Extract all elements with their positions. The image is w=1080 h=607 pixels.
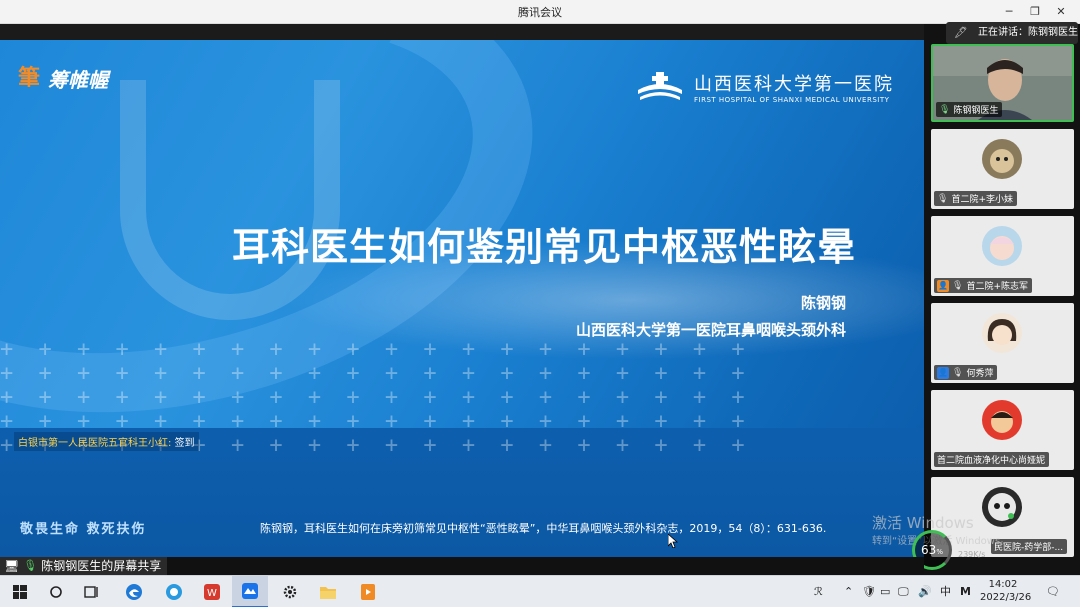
cohost-badge-icon: 👤 — [937, 366, 949, 379]
host-badge-icon: 👤 — [937, 279, 949, 292]
tencent-meeting-icon[interactable] — [232, 576, 268, 607]
avatar — [982, 313, 1022, 353]
participant-tile[interactable]: 首二院血液净化中心尚娅妮 — [931, 390, 1074, 470]
window-title: 腾讯会议 — [518, 6, 562, 19]
participant-tile[interactable]: 👤 🎙 何秀萍 — [931, 303, 1074, 383]
media-player-icon[interactable] — [350, 576, 386, 607]
avatar — [982, 226, 1022, 266]
system-clock[interactable]: 14:02 2022/3/26 — [980, 578, 1032, 604]
screen: 腾讯会议 ─ ❐ ✕ + + + + + + + + + + + + + + +… — [0, 0, 1080, 607]
hospital-name-en: FIRST HOSPITAL OF SHANXI MEDICAL UNIVERS… — [694, 96, 890, 104]
network-icon[interactable]: 🖵 — [898, 576, 909, 607]
security-icon[interactable]: 🛡 — [862, 576, 876, 607]
brand-logo: 筆 筹帷幄 — [18, 64, 108, 93]
slide-affiliation: 山西医科大学第一医院耳鼻咽喉头颈外科 — [575, 321, 846, 339]
file-explorer-icon[interactable] — [310, 576, 346, 607]
mic-muted-icon: 🎙 — [952, 367, 964, 378]
network-speed: 239K/s — [958, 550, 986, 559]
speaking-text: 正在讲话：陈钢钢医生 — [978, 27, 1078, 38]
participant-name: 首二院血液净化中心尚娅妮 — [937, 456, 1046, 466]
brush-icon: 筆 — [18, 65, 41, 91]
svg-text:W: W — [207, 588, 217, 599]
chat-checkin-message: 白银市第一人民医院五官科王小红: 签到 — [14, 432, 199, 451]
mic-muted-icon: 🎙 — [937, 193, 949, 204]
slide-citation: 陈钢钢，耳科医生如何在床旁初筛常见中枢性“恶性眩晕”，中华耳鼻咽喉头颈外科杂志，… — [260, 522, 827, 535]
participant-label: 🎙 首二院+李小妹 — [934, 191, 1017, 206]
participant-label: 🎙 陈钢钢医生 — [936, 102, 1003, 117]
chevron-up-icon[interactable]: ⌃ — [844, 576, 853, 607]
mic-icon: 🎙 — [23, 559, 38, 572]
task-view-icon[interactable] — [74, 576, 110, 607]
avatar — [982, 487, 1022, 527]
shared-slide: + + + + + + + + + + + + + + + + + + + + … — [0, 40, 924, 557]
hospital-name-cn: 山西医科大学第一医院 — [694, 74, 894, 95]
wps-icon[interactable]: W — [194, 576, 230, 607]
screen-share-label[interactable]: 🖥 🎙 陈钢钢医生的屏幕共享 — [0, 557, 168, 575]
checkin-name: 白银市第一人民医院五官科王小红: — [18, 438, 172, 449]
taskbar: W ℛ ⌃ 🛡 ▭ 🖵 🔊 中 M 14:02 2022/3/26 🗨 — [0, 575, 1080, 607]
clock-time: 14:02 — [988, 579, 1018, 590]
mic-muted-icon: 🎙 — [952, 280, 964, 291]
participant-label: 👤 🎙 何秀萍 — [934, 365, 998, 380]
edge-browser-icon[interactable] — [116, 576, 152, 607]
participant-tile[interactable]: 🎙 首二院+李小妹 — [931, 129, 1074, 209]
settings-icon[interactable] — [272, 576, 308, 607]
participant-name: 首二院+李小妹 — [951, 195, 1013, 205]
participant-tile[interactable]: 👤 🎙 首二院+陈志军 — [931, 216, 1074, 296]
avatar — [982, 139, 1022, 179]
slide-author: 陈钢钢 — [800, 294, 846, 312]
search-icon[interactable] — [38, 576, 74, 607]
clock-date: 2022/3/26 — [980, 592, 1032, 603]
participant-tile[interactable]: 🎙 陈钢钢医生 — [931, 44, 1074, 122]
participant-name: 陈钢钢医生 — [953, 106, 999, 116]
minimize-icon[interactable]: ─ — [996, 3, 1022, 21]
volume-icon[interactable]: 🔊 — [918, 576, 932, 607]
notification-icon[interactable]: 🗨 — [1046, 576, 1060, 607]
network-percent: 63 — [921, 543, 937, 557]
avatar — [982, 400, 1022, 440]
windows-start-icon[interactable] — [2, 576, 38, 607]
slide-title: 耳科医生如何鉴别常见中枢恶性眩晕 — [232, 225, 857, 269]
participant-label: 👤 🎙 首二院+陈志军 — [934, 278, 1032, 293]
slide-motto: 敬畏生命 救死扶伤 — [20, 522, 147, 537]
ime-mode-indicator[interactable]: M — [960, 576, 971, 607]
screen-share-icon: 🖥 — [4, 559, 20, 573]
hospital-emblem-icon — [638, 72, 682, 100]
screen-share-text: 陈钢钢医生的屏幕共享 — [41, 559, 162, 573]
close-icon[interactable]: ✕ — [1048, 3, 1074, 21]
window-controls: ─ ❐ ✕ — [996, 3, 1074, 21]
checkin-status: 签到 — [174, 438, 195, 449]
mouse-cursor-icon — [668, 534, 678, 548]
maximize-icon[interactable]: ❐ — [1022, 3, 1048, 21]
people-icon[interactable]: ℛ — [814, 576, 823, 607]
hospital-logo: 山西医科大学第一医院 FIRST HOSPITAL OF SHANXI MEDI… — [634, 70, 894, 104]
participant-name: 何秀萍 — [966, 369, 994, 379]
mic-icon: 🎙 — [939, 104, 951, 115]
participant-name: 首二院+陈志军 — [966, 282, 1028, 292]
speaker-icon: 🖋 — [954, 26, 968, 39]
network-percent-unit: % — [936, 548, 943, 556]
battery-icon[interactable]: ▭ — [880, 576, 890, 607]
speaking-indicator: 🖋 正在讲话：陈钢钢医生 — [946, 22, 1078, 44]
brand-logo-text: 筹帷幄 — [48, 68, 108, 92]
browser-icon[interactable] — [156, 576, 192, 607]
window-title-bar: 腾讯会议 ─ ❐ ✕ — [0, 0, 1080, 24]
ime-indicator[interactable]: 中 — [940, 576, 951, 607]
participant-label: 首二院血液净化中心尚娅妮 — [934, 452, 1050, 467]
activation-watermark: 激活 Windows — [872, 514, 974, 532]
